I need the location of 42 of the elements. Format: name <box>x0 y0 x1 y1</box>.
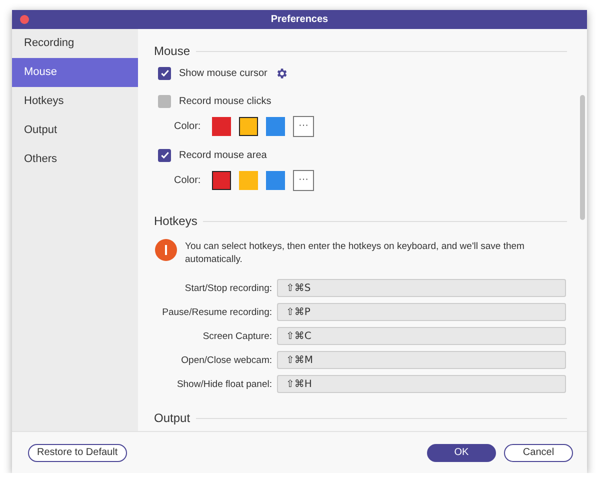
color-swatch[interactable] <box>212 116 231 136</box>
checkbox-label: Record mouse area <box>179 150 267 160</box>
info-icon <box>155 239 177 261</box>
info-message: You can select hotkeys, then enter the hotkeys on keyboard, and we'll save them automatically. <box>185 240 526 266</box>
sidebar-item[interactable]: Others <box>12 145 138 174</box>
restore-default-button[interactable]: Restore to Default <box>28 444 127 462</box>
hotkey-field[interactable]: ⇧⌘C <box>277 327 566 345</box>
sidebar-item[interactable]: Recording <box>12 29 138 58</box>
window-title: Preferences <box>270 14 328 25</box>
checkbox[interactable] <box>158 66 171 80</box>
checkbox-label: Record mouse clicks <box>179 96 272 106</box>
hotkey-field[interactable]: ⇧⌘P <box>277 303 566 321</box>
hotkey-label: Start/Stop recording: <box>184 282 272 294</box>
hotkey-field[interactable]: ⇧⌘S <box>277 279 566 297</box>
more-colors-button[interactable]: ··· <box>293 170 314 190</box>
color-swatch[interactable] <box>212 170 231 190</box>
scrollbar-thumb[interactable] <box>580 95 585 220</box>
color-label: Color: <box>174 174 202 186</box>
settings-icon[interactable] <box>275 66 288 80</box>
more-colors-button[interactable]: ··· <box>293 116 314 136</box>
checkbox-label: Show mouse cursor <box>179 68 268 78</box>
sidebar-item[interactable]: Hotkeys <box>12 87 138 116</box>
hotkey-field[interactable]: ⇧⌘M <box>277 351 566 369</box>
sidebar-item[interactable]: Output <box>12 116 138 145</box>
color-swatch[interactable] <box>239 170 258 190</box>
hotkey-label: Screen Capture: <box>202 330 272 342</box>
hotkey-label: Pause/Resume recording: <box>161 306 272 318</box>
cancel-button[interactable]: Cancel <box>504 444 573 462</box>
ok-button[interactable]: OK <box>427 444 496 462</box>
section-heading: Output <box>154 411 190 425</box>
section-heading: Hotkeys <box>154 214 198 228</box>
hotkey-label: Open/Close webcam: <box>180 354 272 366</box>
color-swatch[interactable] <box>266 116 285 136</box>
hotkey-label: Show/Hide float panel: <box>176 378 272 390</box>
color-label: Color: <box>174 120 202 132</box>
sidebar-item[interactable]: Mouse <box>12 58 138 87</box>
hotkey-field[interactable]: ⇧⌘H <box>277 375 566 393</box>
close-button[interactable] <box>20 15 29 24</box>
color-swatch[interactable] <box>239 116 258 136</box>
color-swatch[interactable] <box>266 170 285 190</box>
checkbox[interactable] <box>158 148 171 162</box>
section-heading: Mouse <box>154 44 190 58</box>
